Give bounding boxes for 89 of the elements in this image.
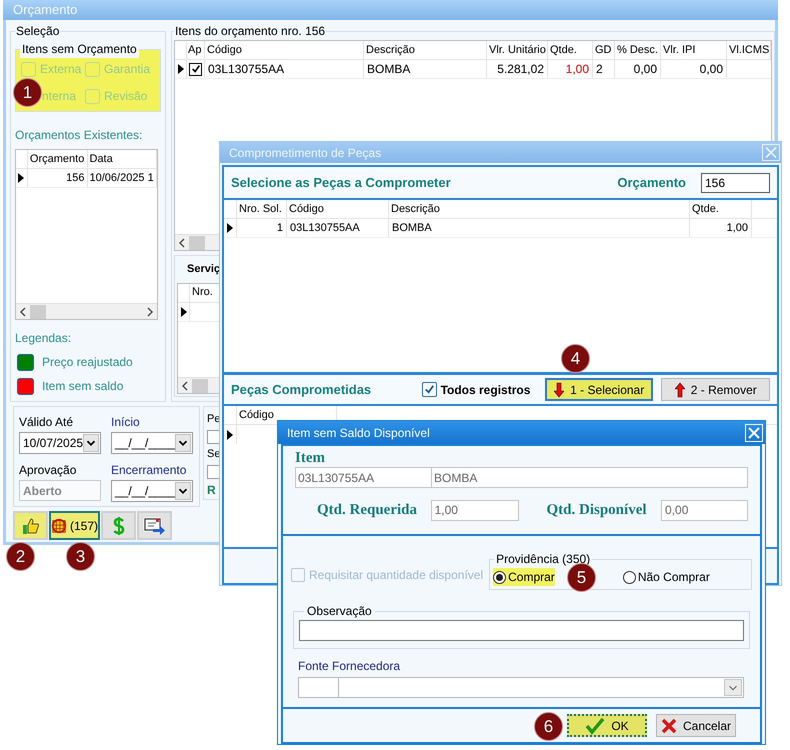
- chevron-down-icon[interactable]: [175, 434, 191, 452]
- arrow-down-icon: [554, 382, 564, 398]
- date-dropdown[interactable]: __/__/____: [111, 432, 193, 454]
- field-label: Aprovação: [19, 462, 78, 479]
- input-field[interactable]: 156: [701, 172, 770, 192]
- date-dropdown[interactable]: 10/07/2025: [19, 432, 101, 454]
- thumbs-up-icon: [22, 516, 40, 534]
- section-heading: Item: [295, 449, 326, 467]
- field-label: Encerramento: [111, 462, 188, 479]
- field-label: Início: [111, 414, 141, 431]
- table-cell: 03L130755AA: [287, 219, 389, 237]
- group-title: Seleção: [15, 23, 60, 40]
- calendar-icon: [51, 516, 67, 534]
- column-header[interactable]: % Desc.: [615, 41, 661, 59]
- column-header[interactable]: Data: [88, 150, 157, 168]
- table-cell: 156: [28, 169, 88, 187]
- radio-button[interactable]: Não Comprar: [622, 568, 710, 586]
- step-badge: 2: [6, 542, 35, 571]
- step-badge: 3: [66, 542, 95, 571]
- table-cell: BOMBA: [364, 60, 487, 78]
- checkmark-icon: [190, 64, 200, 74]
- table-cell: 10/06/2025 1: [88, 169, 157, 187]
- field-label: Válido Até: [19, 414, 74, 431]
- group-title: Observação: [306, 603, 373, 620]
- table-cell: 1: [237, 219, 287, 237]
- column-header[interactable]: Descrição: [364, 41, 487, 59]
- input-field: 1,00: [430, 500, 518, 521]
- group-title: Itens do orçamento nro. 156: [174, 23, 326, 40]
- table-cell: 2: [593, 60, 615, 78]
- cancel-x-icon: [660, 718, 677, 734]
- column-header[interactable]: Vl.ICMS: [727, 41, 771, 59]
- status-field: Aberto: [19, 480, 101, 501]
- input-field[interactable]: [299, 620, 744, 641]
- column-header[interactable]: Qtde.: [548, 41, 593, 59]
- section-label: Orçamentos Existentes:: [15, 127, 144, 144]
- checkbox[interactable]: Todos registros: [422, 380, 537, 398]
- table-cell: 03L130755AA: [205, 60, 364, 78]
- column-header[interactable]: GD: [593, 41, 615, 59]
- column-header[interactable]: Código: [287, 200, 389, 218]
- table-cell: 1,00: [690, 219, 752, 237]
- toolbar-button[interactable]: [137, 511, 172, 540]
- input-field: 0,00: [661, 500, 748, 521]
- checkbox-label: nterna: [42, 88, 76, 105]
- dialog-button[interactable]: OK: [567, 714, 647, 737]
- action-button[interactable]: 2 - Remover: [661, 378, 770, 401]
- column-header[interactable]: Vlr. IPI: [661, 41, 727, 59]
- radio-button[interactable]: Comprar: [493, 568, 555, 586]
- arrow-up-icon: [674, 382, 685, 398]
- section-label: R: [207, 482, 216, 499]
- column-header[interactable]: Orçamento: [28, 150, 88, 168]
- scrollbar-thumb[interactable]: [30, 304, 46, 318]
- scrollbar-thumb[interactable]: [189, 236, 205, 250]
- chevron-down-icon[interactable]: [83, 434, 99, 452]
- panel-heading: Selecione as Peças a Comprometer: [231, 174, 452, 192]
- legend-label: Preço reajustado: [42, 354, 133, 371]
- column-header[interactable]: Vlr. Unitário: [487, 41, 548, 59]
- legend-label: Item sem saldo: [42, 378, 124, 395]
- dialog-button[interactable]: Cancelar: [656, 714, 736, 737]
- chevron-down-icon[interactable]: [175, 482, 191, 500]
- scrollbar-thumb[interactable]: [192, 378, 208, 392]
- action-button[interactable]: 1 - Selecionar: [544, 378, 654, 401]
- column-header[interactable]: Nro. Sol.: [237, 200, 287, 218]
- table-cell: 5.281,02: [487, 60, 548, 78]
- column-header[interactable]: Ap: [187, 41, 205, 59]
- field-label: Orçamento: [617, 174, 686, 192]
- field-label: Qtd. Requerida: [317, 501, 418, 520]
- table-cell: 0,00: [615, 60, 661, 78]
- table-cell: 1,00: [548, 60, 593, 78]
- table-cell: BOMBA: [389, 219, 690, 237]
- field-label: Qtd. Disponível: [546, 501, 648, 520]
- checkbox[interactable]: [189, 62, 202, 76]
- window-title: Orçamento: [3, 0, 778, 20]
- legend-title: Legendas:: [15, 330, 72, 347]
- toolbar-button[interactable]: (157): [49, 511, 100, 540]
- table-cell: 0,00: [661, 60, 727, 78]
- column-header[interactable]: Código: [205, 41, 364, 59]
- column-header[interactable]: Descrição: [389, 200, 690, 218]
- date-dropdown[interactable]: __/__/____: [111, 480, 193, 502]
- item-field: 03L130755AA BOMBA: [295, 467, 748, 488]
- dialog-title: Comprometimento de Peças: [229, 144, 382, 162]
- panel-heading: Peças Comprometidas: [231, 380, 372, 399]
- dialog-title: Item sem Saldo Disponível: [287, 424, 431, 442]
- envelope-arrow-icon: [144, 516, 166, 534]
- field-label: Fonte Fornecedora: [298, 658, 402, 675]
- toolbar-button[interactable]: [13, 511, 48, 540]
- checkmark-icon: [424, 384, 435, 395]
- check-icon: [585, 716, 606, 734]
- column-header[interactable]: Qtde.: [690, 200, 752, 218]
- dollar-icon: [112, 516, 126, 536]
